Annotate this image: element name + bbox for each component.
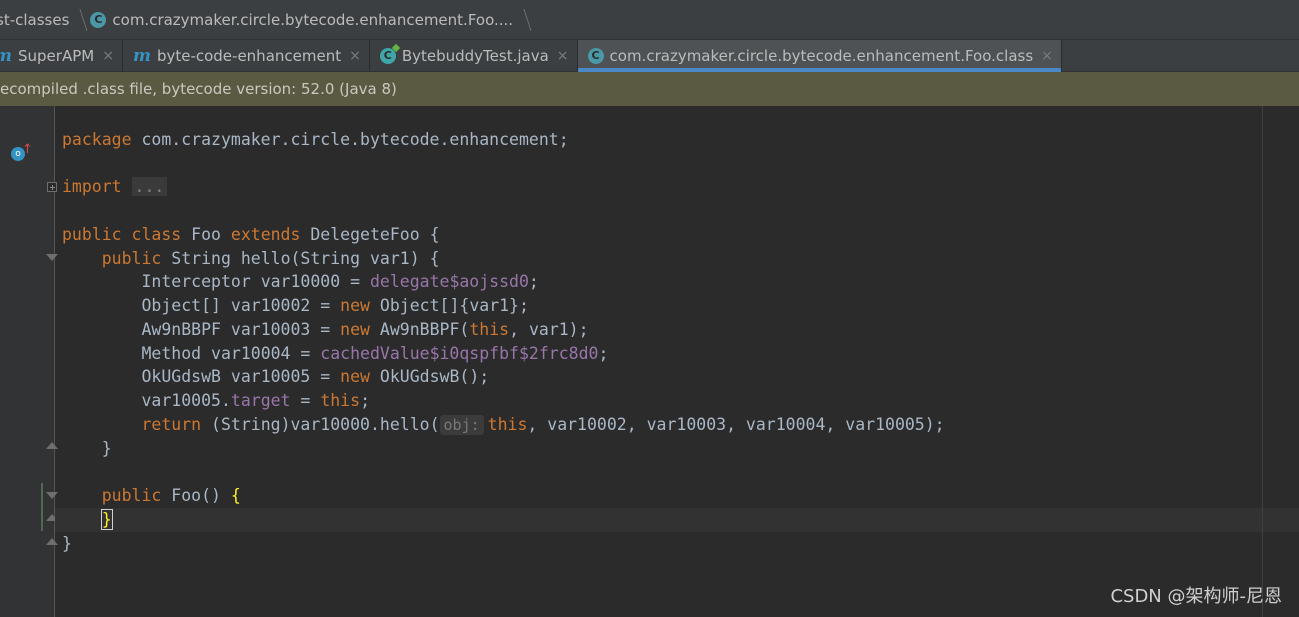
code-text: Interceptor var10000 = — [141, 272, 370, 291]
code-line: var10005.target = this; — [62, 389, 370, 413]
tab-byte-code-enhancement[interactable]: m byte-code-enhancement × — [123, 40, 370, 71]
close-icon[interactable]: × — [1041, 48, 1053, 64]
code-text: Aw9nBBPF( — [369, 320, 470, 339]
field-ref: cachedValue$i0qspfbf$2frc8d0 — [320, 344, 599, 363]
matched-brace-caret: } — [100, 509, 113, 530]
code-line: } — [62, 437, 112, 461]
close-icon[interactable]: × — [557, 48, 569, 64]
code-line: } — [62, 532, 72, 556]
code-text: var10005. — [141, 391, 231, 410]
editor-gutter — [0, 106, 58, 617]
code-text: Foo — [181, 225, 231, 244]
code-text: ; — [598, 344, 609, 363]
code-text: DelegeteFoo { — [300, 225, 440, 244]
close-icon[interactable]: × — [349, 48, 361, 64]
close-icon[interactable]: × — [102, 48, 114, 64]
tab-label: BytebuddyTest.java — [401, 46, 549, 65]
code-line: public class Foo extends DelegeteFoo { — [62, 223, 440, 247]
tab-label: SuperAPM — [18, 46, 95, 65]
field-ref: target — [230, 391, 291, 410]
code-text: } — [62, 534, 72, 553]
keyword: extends — [230, 225, 301, 244]
tab-bytebuddytest[interactable]: C BytebuddyTest.java × — [370, 40, 578, 71]
keyword: import — [62, 177, 122, 196]
code-text: OkUGdswB(); — [369, 367, 490, 386]
keyword: package — [62, 130, 132, 149]
override-arrow-icon[interactable]: ↑ — [22, 142, 33, 157]
code-text: com.crazymaker.circle.bytecode.enhanceme… — [131, 130, 569, 149]
breadcrumb-separator — [69, 8, 88, 31]
code-text: , var10002, var10003, var10004, var10005… — [527, 415, 945, 434]
code-text: ; — [360, 391, 370, 410]
keyword: this — [469, 320, 510, 339]
class-c-icon: C — [90, 11, 107, 28]
breadcrumb-item-class[interactable]: C com.crazymaker.circle.bytecode.enhance… — [90, 11, 513, 29]
breadcrumb-label: st-classes — [0, 10, 70, 29]
code-line: Object[] var10002 = new Object[]{var1}; — [62, 294, 529, 318]
notice-text: ecompiled .class file, bytecode version:… — [0, 80, 397, 98]
breadcrumb: st-classes C com.crazymaker.circle.bytec… — [0, 0, 1299, 40]
module-m-icon: m — [0, 46, 12, 66]
keyword: class — [131, 225, 182, 244]
keyword: public — [101, 486, 162, 505]
class-c-icon: C — [379, 47, 396, 64]
keyword: public — [62, 225, 122, 244]
matched-brace: { — [230, 486, 241, 505]
change-marker — [41, 483, 43, 531]
folded-imports[interactable]: ... — [131, 177, 168, 196]
tab-superapm[interactable]: m SuperAPM × — [0, 40, 123, 71]
editor-tabs: m SuperAPM × m byte-code-enhancement × C… — [0, 40, 1299, 72]
decompiled-notice-banner: ecompiled .class file, bytecode version:… — [0, 72, 1299, 106]
code-text: (String)var10000.hello( — [201, 415, 440, 434]
tab-foo-class[interactable]: C com.crazymaker.circle.bytecode.enhance… — [577, 40, 1062, 72]
code-text: Method var10004 = — [141, 344, 321, 363]
code-line: package com.crazymaker.circle.bytecode.e… — [62, 128, 569, 152]
keyword: this — [320, 391, 361, 410]
code-text: ; — [528, 272, 539, 291]
right-margin-guide — [1262, 106, 1263, 617]
keyword: new — [340, 296, 370, 315]
breadcrumb-separator — [513, 8, 532, 31]
keyword: new — [340, 367, 370, 386]
code-editor[interactable]: package com.crazymaker.circle.bytecode.e… — [55, 106, 1299, 617]
breadcrumb-label: com.crazymaker.circle.bytecode.enhanceme… — [112, 10, 514, 29]
class-c-icon: C — [587, 47, 604, 64]
code-text: OkUGdswB var10005 = — [141, 367, 341, 386]
code-text: Foo() — [161, 486, 231, 505]
code-line: Aw9nBBPF var10003 = new Aw9nBBPF(this, v… — [62, 318, 589, 342]
tab-label: com.crazymaker.circle.bytecode.enhanceme… — [609, 46, 1034, 65]
code-text: String hello(String var1) { — [161, 249, 440, 268]
code-text: , var1); — [509, 320, 589, 339]
module-m-icon: m — [132, 45, 151, 66]
code-text: Aw9nBBPF var10003 = — [141, 320, 341, 339]
code-text: Object[]{var1}; — [369, 296, 529, 315]
code-line: public Foo() { — [62, 484, 241, 508]
code-line: import ... — [62, 175, 168, 199]
keyword: public — [101, 249, 162, 268]
keyword: new — [340, 320, 370, 339]
tab-label: byte-code-enhancement — [156, 46, 342, 65]
keyword: this — [487, 415, 528, 434]
code-line: OkUGdswB var10005 = new OkUGdswB(); — [62, 365, 489, 389]
code-line: public String hello(String var1) { — [62, 247, 440, 271]
watermark: CSDN @架构师-尼恩 — [1110, 586, 1282, 607]
field-ref: delegate$aojssd0 — [369, 272, 529, 291]
parameter-hint: obj: — [439, 415, 484, 435]
code-text: = — [290, 391, 321, 410]
code-text: Object[] var10002 = — [141, 296, 341, 315]
code-line: Interceptor var10000 = delegate$aojssd0; — [62, 270, 539, 294]
breadcrumb-item-module[interactable]: st-classes — [0, 11, 69, 29]
code-line: Method var10004 = cachedValue$i0qspfbf$2… — [62, 342, 608, 366]
keyword: return — [141, 415, 202, 434]
code-text: } — [101, 439, 112, 458]
code-line: return (String)var10000.hello(obj: this, … — [62, 413, 945, 437]
current-code-line: } — [55, 508, 1299, 532]
